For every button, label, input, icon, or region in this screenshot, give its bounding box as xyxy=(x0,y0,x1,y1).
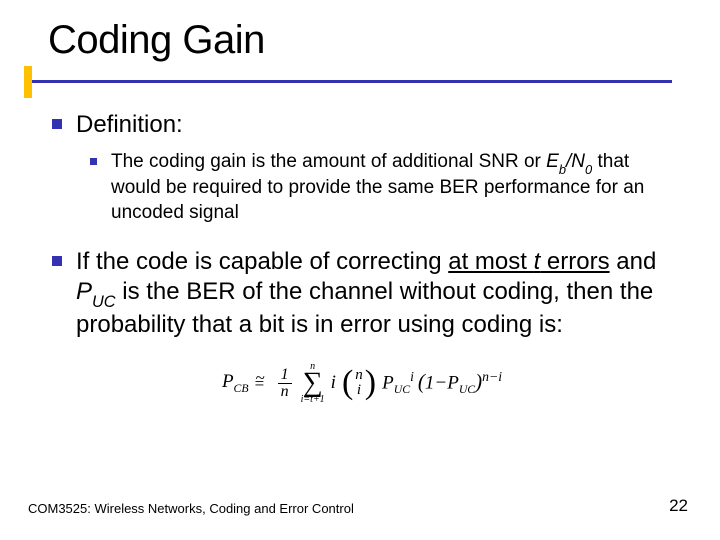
approx-equal-icon xyxy=(255,374,269,392)
page-number: 22 xyxy=(669,496,688,516)
formula-wrapper: PCB 1 n n ∑ i=t+1 i ( n i ) xyxy=(52,362,672,404)
slide-title: Coding Gain xyxy=(48,18,265,63)
slide-content: Definition: The coding gain is the amoun… xyxy=(52,110,672,405)
exp-n: n xyxy=(482,369,489,384)
para-p1: If the code is capable of correcting xyxy=(76,248,448,275)
p1: P xyxy=(382,373,394,394)
paren-left: ( xyxy=(342,369,353,398)
bullet-lvl1-definition: Definition: xyxy=(52,110,672,140)
term-puc-i: PUCi xyxy=(382,369,414,397)
lhs: PCB xyxy=(222,371,249,396)
n-subscript: 0 xyxy=(585,162,592,177)
definition-body: The coding gain is the amount of additio… xyxy=(111,150,672,225)
definition-sub: The coding gain is the amount of additio… xyxy=(90,150,672,225)
frac-den: n xyxy=(278,384,292,400)
one: 1 xyxy=(425,373,435,394)
title-underline xyxy=(32,80,672,83)
para-p3: is the BER of the channel without coding… xyxy=(76,278,653,338)
frac-num: 1 xyxy=(278,367,292,383)
def-pre: The coding gain is the amount of additio… xyxy=(111,151,546,172)
puc-sub: UC xyxy=(92,293,116,311)
p2-sub: UC xyxy=(459,383,475,396)
square-bullet-icon xyxy=(90,158,97,165)
term-one-minus-puc: (1−PUC)n−i xyxy=(418,369,502,397)
minus: − xyxy=(434,373,447,394)
binom-n: n xyxy=(355,368,363,384)
bullet-lvl1-paragraph: If the code is capable of correcting at … xyxy=(52,247,672,340)
index-i: i xyxy=(331,372,336,394)
puc-p: P xyxy=(76,278,92,305)
sigma-icon: ∑ xyxy=(303,372,323,394)
binomial: ( n i ) xyxy=(342,368,376,400)
binom-stack: n i xyxy=(353,368,365,400)
paragraph-text: If the code is capable of correcting at … xyxy=(76,247,672,340)
p2: P xyxy=(447,373,459,394)
eb-symbol: E xyxy=(546,151,559,172)
paren-right: ) xyxy=(365,369,376,398)
exp-i: i xyxy=(498,369,502,384)
paren-open: ( xyxy=(418,370,425,394)
sum-lower: i=t+1 xyxy=(301,395,325,405)
summation: n ∑ i=t+1 xyxy=(301,362,325,404)
square-bullet-icon xyxy=(52,256,62,266)
eb-subscript: b xyxy=(559,162,566,177)
underline-phrase: at most t errors xyxy=(448,248,609,275)
fraction-1-over-n: 1 n xyxy=(278,367,292,400)
errors-word: errors xyxy=(540,248,609,275)
lhs-P: P xyxy=(222,371,234,392)
accent-bar xyxy=(24,66,32,98)
bullet-lvl2-definition-body: The coding gain is the amount of additio… xyxy=(90,150,672,225)
definition-label: Definition: xyxy=(76,110,183,140)
exp-minus: − xyxy=(489,369,498,384)
p1-sup: i xyxy=(410,369,414,384)
lhs-sub: CB xyxy=(234,382,249,395)
at-most: at most xyxy=(448,248,533,275)
exp-n-minus-i: n−i xyxy=(482,369,502,384)
p1-sub: UC xyxy=(394,383,410,396)
footer-text: COM3525: Wireless Networks, Coding and E… xyxy=(28,501,354,516)
over-n: /N xyxy=(566,151,585,172)
title-area: Coding Gain xyxy=(48,18,265,63)
square-bullet-icon xyxy=(52,119,62,129)
binom-i: i xyxy=(357,383,361,399)
formula: PCB 1 n n ∑ i=t+1 i ( n i ) xyxy=(222,362,502,404)
para-p2: and xyxy=(610,248,657,275)
